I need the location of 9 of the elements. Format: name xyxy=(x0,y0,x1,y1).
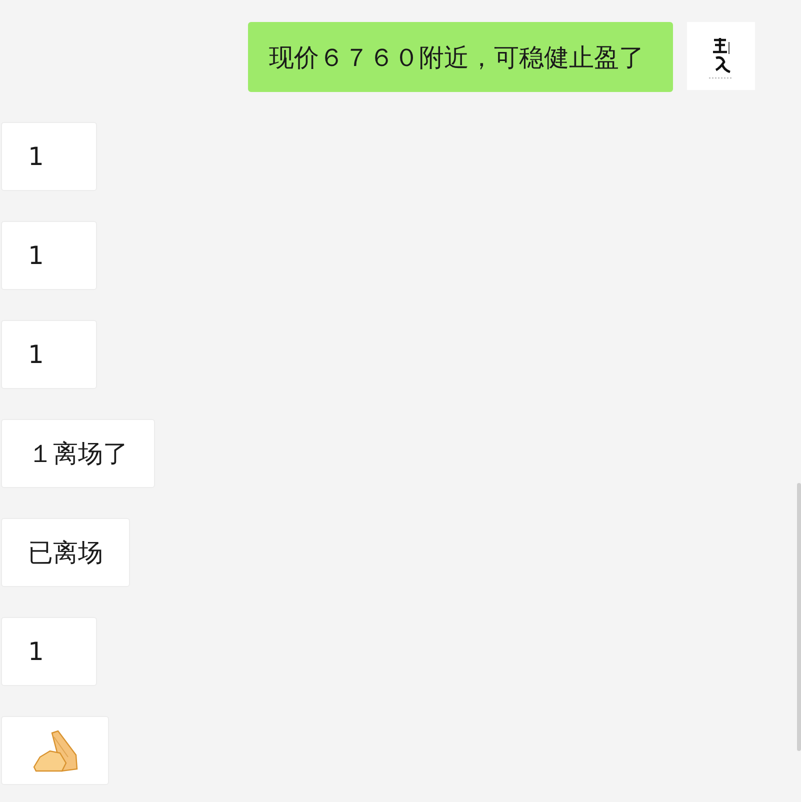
message-bubble: 现价６７６０附近，可稳健止盈了 xyxy=(248,22,673,92)
message-bubble: 1 xyxy=(1,617,97,686)
message-bubble: 1 xyxy=(1,221,97,290)
scrollbar[interactable] xyxy=(797,483,801,751)
message-bubble: 1 xyxy=(1,122,97,191)
message-bubble: １离场了 xyxy=(1,419,155,488)
message-bubble: 已离场 xyxy=(1,518,130,587)
message-bubble: 1 xyxy=(1,320,97,389)
avatar-icon[interactable] xyxy=(687,22,755,90)
